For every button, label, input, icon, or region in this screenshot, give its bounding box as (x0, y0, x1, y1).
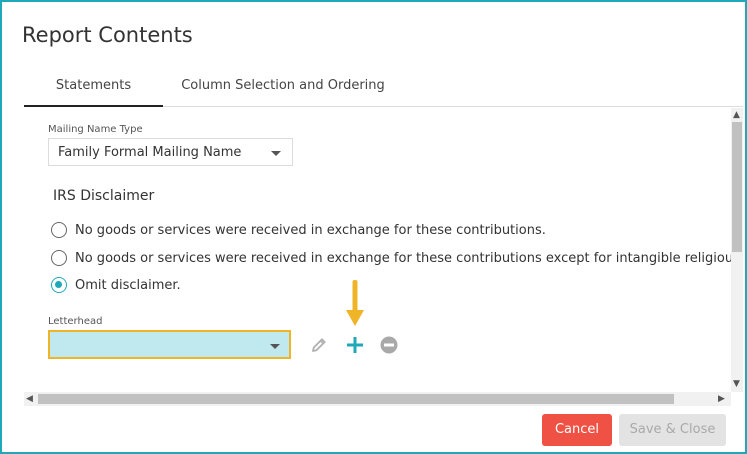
vertical-scrollbar[interactable]: ▲ ▼ (731, 108, 743, 392)
statements-panel: Mailing Name Type Family Formal Mailing … (24, 108, 731, 392)
scroll-left-icon[interactable]: ◀ (26, 393, 33, 405)
minus-circle-icon[interactable] (380, 336, 398, 358)
tab-bar: Statements Column Selection and Ordering (24, 70, 743, 107)
mailing-name-type-select[interactable]: Family Formal Mailing Name (48, 138, 293, 166)
letterhead-select[interactable] (48, 330, 291, 359)
dialog-title: Report Contents (22, 23, 193, 47)
scroll-down-icon[interactable]: ▼ (733, 378, 740, 390)
scroll-up-icon[interactable]: ▲ (733, 109, 740, 121)
disclaimer-option-3[interactable]: Omit disclaimer. (51, 274, 181, 296)
mailing-name-type-value: Family Formal Mailing Name (58, 145, 242, 160)
save-close-button[interactable]: Save & Close (619, 414, 726, 446)
plus-icon[interactable] (346, 336, 364, 358)
horizontal-scroll-thumb[interactable] (38, 394, 674, 404)
vertical-scroll-thumb[interactable] (732, 122, 742, 252)
radio-button[interactable] (51, 222, 67, 238)
mailing-name-type-label: Mailing Name Type (48, 124, 143, 135)
disclaimer-option-2-label: No goods or services were received in ex… (75, 250, 731, 266)
chevron-down-icon (270, 344, 280, 349)
disclaimer-option-1[interactable]: No goods or services were received in ex… (51, 219, 546, 241)
pencil-icon[interactable] (310, 336, 328, 358)
radio-button-checked[interactable] (51, 277, 67, 293)
irs-disclaimer-heading: IRS Disclaimer (53, 188, 155, 204)
tab-statements[interactable]: Statements (24, 70, 163, 107)
radio-button[interactable] (51, 250, 67, 266)
chevron-down-icon (271, 151, 281, 156)
scroll-right-icon[interactable]: ▶ (718, 393, 725, 405)
arrow-down-icon (344, 278, 366, 334)
letterhead-label: Letterhead (48, 316, 103, 327)
tab-column-selection[interactable]: Column Selection and Ordering (174, 70, 392, 105)
horizontal-scrollbar[interactable]: ◀ ▶ (24, 392, 731, 406)
cancel-button[interactable]: Cancel (542, 414, 612, 446)
disclaimer-option-3-label: Omit disclaimer. (75, 277, 181, 293)
disclaimer-option-1-label: No goods or services were received in ex… (75, 222, 546, 238)
disclaimer-option-2[interactable]: No goods or services were received in ex… (51, 247, 731, 269)
